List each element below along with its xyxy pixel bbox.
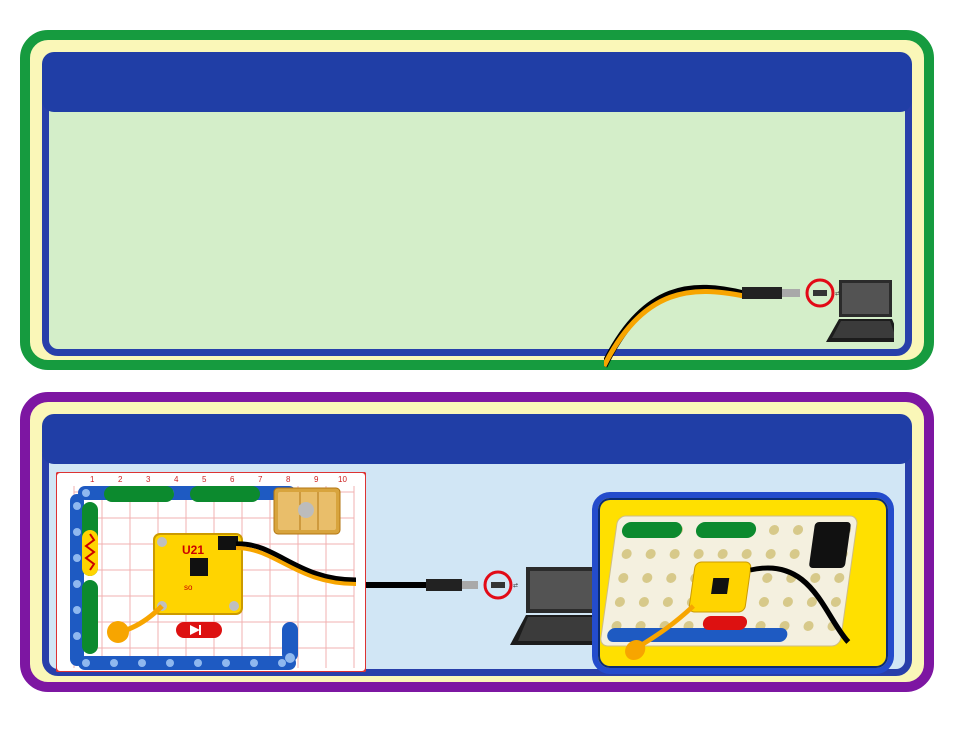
svg-text:8: 8 — [286, 475, 291, 484]
usb-to-laptop-illustration-bottom: ⇄ — [366, 557, 626, 657]
svg-text:10: 10 — [338, 475, 347, 484]
svg-text:5: 5 — [202, 475, 207, 484]
circuit-photo — [592, 492, 894, 674]
panel-top-header — [42, 52, 912, 112]
panel-bottom-content: 1 2 3 4 5 6 7 8 9 10 — [56, 472, 898, 664]
panel-bottom-header — [42, 414, 912, 464]
svg-text:U21: U21 — [182, 543, 204, 557]
usb-to-laptop-illustration-top: ⇄ — [604, 272, 894, 368]
svg-text:3: 3 — [146, 475, 151, 484]
svg-text:6: 6 — [230, 475, 235, 484]
svg-text:9: 9 — [314, 475, 319, 484]
module-label: U21 — [366, 472, 367, 473]
panel-bottom: 1 2 3 4 5 6 7 8 9 10 — [20, 392, 934, 692]
svg-text:1: 1 — [90, 475, 95, 484]
circuit-grid-diagram: 1 2 3 4 5 6 7 8 9 10 — [56, 472, 366, 672]
panel-top: ⇄ — [20, 30, 934, 370]
svg-text:4: 4 — [174, 475, 179, 484]
svg-text:⇄: ⇄ — [513, 582, 518, 589]
page: ⇄ 1 2 3 4 5 — [20, 30, 934, 692]
svg-text:so: so — [184, 583, 193, 592]
svg-text:7: 7 — [258, 475, 263, 484]
svg-text:2: 2 — [118, 475, 123, 484]
